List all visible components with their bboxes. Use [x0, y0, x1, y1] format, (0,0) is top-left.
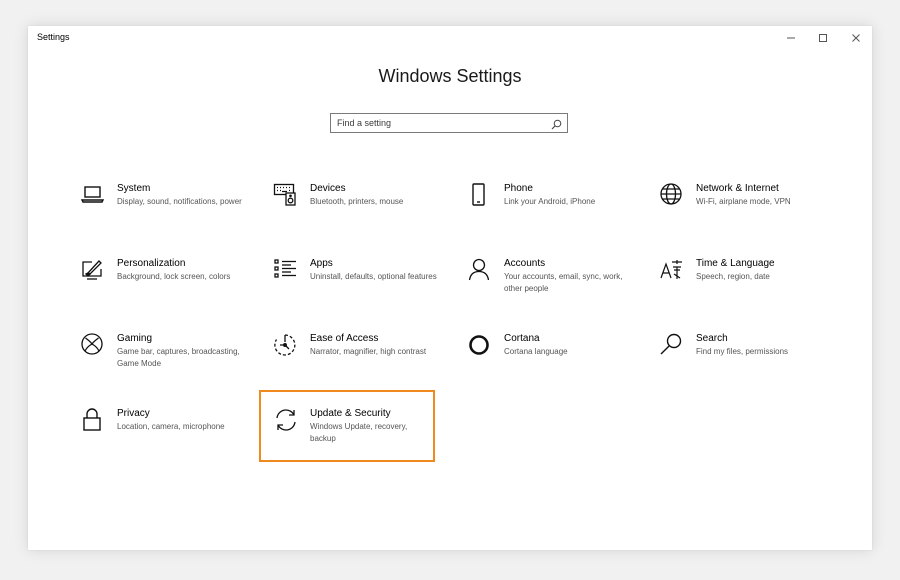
maximize-button[interactable] [807, 26, 839, 50]
tile-title: Cortana [504, 333, 540, 344]
tile-accounts[interactable]: Accounts Your accounts, email, sync, wor… [467, 258, 642, 326]
tile-search[interactable]: Search Find my files, permissions [659, 333, 834, 401]
search-box[interactable] [330, 113, 568, 133]
tile-description: Cortana language [504, 347, 568, 356]
tile-devices[interactable]: Devices Bluetooth, printers, mouse [273, 183, 448, 251]
tile-system[interactable]: System Display, sound, notifications, po… [80, 183, 255, 251]
tile-phone[interactable]: Phone Link your Android, iPhone [467, 183, 642, 251]
close-icon [851, 33, 861, 43]
tile-description: Find my files, permissions [696, 347, 789, 356]
tile-title: Time & Language [696, 258, 775, 269]
minimize-icon [786, 33, 796, 43]
tile-network-internet[interactable]: Network & Internet Wi-Fi, airplane mode,… [659, 183, 834, 251]
tile-title: Devices [310, 183, 346, 194]
keyboard-speaker-icon [273, 183, 301, 211]
settings-window: Settings Windows Settings Find a setting… [28, 26, 872, 550]
sync-arrows-icon [274, 408, 302, 436]
tile-personalization[interactable]: Personalization Background, lock screen,… [80, 258, 255, 326]
tile-title: Privacy [117, 408, 150, 419]
tile-description: Location, camera, microphone [117, 422, 225, 431]
tile-description: Speech, region, date [696, 272, 770, 281]
tile-description: Windows Update, recovery, backup [310, 422, 408, 443]
maximize-icon [818, 33, 828, 43]
tile-description: Wi-Fi, airplane mode, VPN [696, 197, 791, 206]
magnifier-icon [659, 333, 687, 361]
close-button[interactable] [840, 26, 872, 50]
tile-title: Network & Internet [696, 183, 779, 194]
tile-description: Background, lock screen, colors [117, 272, 231, 281]
tile-privacy[interactable]: Privacy Location, camera, microphone [80, 408, 255, 476]
tile-title: Apps [310, 258, 333, 269]
tile-description: Narrator, magnifier, high contrast [310, 347, 427, 356]
cortana-icon [467, 333, 495, 361]
tile-title: System [117, 183, 151, 194]
laptop-icon [80, 183, 108, 211]
tile-description: Display, sound, notifications, power [117, 197, 242, 206]
tile-description: Uninstall, defaults, optional features [310, 272, 437, 281]
tile-title: Accounts [504, 258, 546, 269]
app-title: Settings [37, 32, 70, 42]
paint-monitor-icon [80, 258, 108, 286]
tile-description: Game bar, captures, broadcasting, Game M… [117, 347, 240, 368]
phone-icon [467, 183, 495, 211]
person-icon [467, 258, 495, 286]
xbox-icon [80, 333, 108, 361]
tile-title: Gaming [117, 333, 153, 344]
tile-description: Bluetooth, printers, mouse [310, 197, 404, 206]
tile-time-language[interactable]: Time & Language Speech, region, date [659, 258, 834, 326]
tile-description: Your accounts, email, sync, work, other … [504, 272, 623, 293]
tile-title: Ease of Access [310, 333, 379, 344]
tile-cortana[interactable]: Cortana Cortana language [467, 333, 642, 401]
tile-title: Search [696, 333, 728, 344]
list-icon [273, 258, 301, 286]
ease-of-access-icon [273, 333, 301, 361]
tile-title: Update & Security [310, 408, 391, 419]
search-icon[interactable] [551, 117, 562, 135]
search-input[interactable] [337, 116, 543, 130]
tile-update-security[interactable]: Update & Security Windows Update, recove… [259, 390, 435, 462]
tile-gaming[interactable]: Gaming Game bar, captures, broadcasting,… [80, 333, 255, 401]
page-title: Windows Settings [378, 66, 522, 86]
lock-icon [80, 408, 108, 436]
minimize-button[interactable] [775, 26, 807, 50]
title-bar: Settings [28, 26, 872, 50]
time-language-icon [659, 258, 687, 286]
globe-icon [659, 183, 687, 211]
tile-apps[interactable]: Apps Uninstall, defaults, optional featu… [273, 258, 448, 326]
tile-title: Personalization [117, 258, 186, 269]
tile-title: Phone [504, 183, 533, 194]
tile-description: Link your Android, iPhone [504, 197, 596, 206]
